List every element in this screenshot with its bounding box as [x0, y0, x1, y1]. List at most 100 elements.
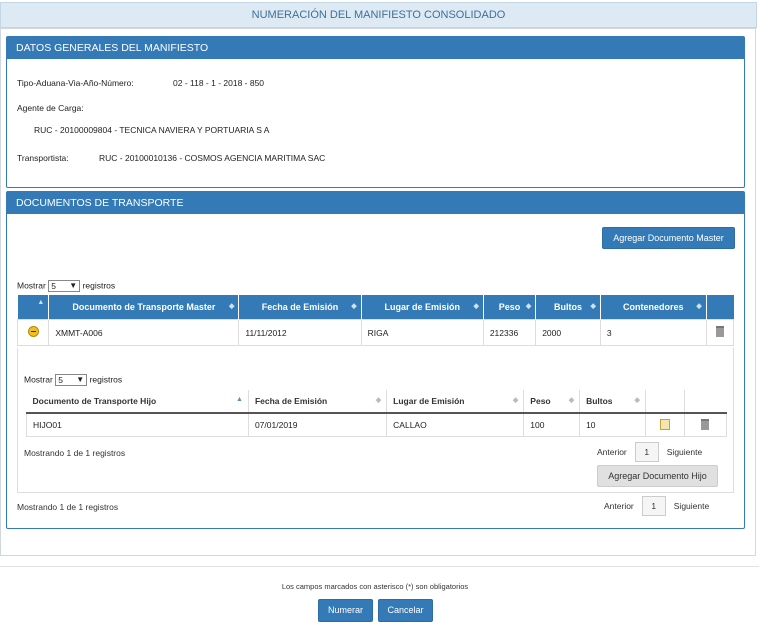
- col-lugar[interactable]: Lugar de Emisión ◆: [361, 295, 484, 320]
- col-fecha[interactable]: Fecha de Emisión ◆: [248, 390, 388, 414]
- sort-icon: ◆: [375, 397, 382, 404]
- cancelar-button[interactable]: Cancelar: [378, 599, 433, 622]
- col-delete: [684, 390, 727, 414]
- col-label: Contenedores: [623, 302, 684, 312]
- sort-asc-icon: ▲: [37, 299, 45, 306]
- collapse-icon[interactable]: [27, 326, 39, 337]
- expand-column-header[interactable]: ▲: [17, 295, 50, 320]
- prev-button[interactable]: Anterior: [597, 447, 627, 457]
- cell-bultos: 10: [579, 412, 646, 437]
- table-row: XMMT-A006 11/11/2012 RIGA 212336 2000 3: [16, 319, 735, 346]
- agente-label: Agente de Carga:: [17, 103, 84, 113]
- col-label: Fecha de Emisión: [261, 302, 339, 312]
- edit-child-button[interactable]: [644, 412, 685, 437]
- transportista-label: Transportista:: [17, 153, 69, 163]
- show-label: Mostrar: [17, 280, 46, 291]
- footer-divider: [0, 566, 759, 567]
- sort-icon: ◆: [473, 303, 479, 310]
- col-label: Fecha de Emisión: [254, 396, 328, 406]
- sort-icon: ◆: [568, 397, 575, 404]
- trash-icon[interactable]: [715, 326, 724, 337]
- cell-peso: 100: [523, 412, 581, 437]
- col-label: Documento de Transporte Hijo: [32, 396, 157, 406]
- chevron-down-icon: ▼: [69, 281, 78, 290]
- sort-icon: ◆: [590, 303, 596, 310]
- numerar-button[interactable]: Numerar: [318, 599, 373, 622]
- col-bultos[interactable]: Bultos ◆: [579, 390, 646, 414]
- cell-child-doc: HIJO01: [26, 412, 249, 437]
- master-page-size-select[interactable]: 5 ▼: [48, 280, 81, 292]
- child-table: Documento de Transporte Hijo ▲ Fecha de E…: [26, 390, 728, 437]
- master-pagination: Anterior 1 Siguiente: [604, 496, 709, 516]
- table-row: HIJO01 07/01/2019 CALLAO 100 10: [26, 412, 728, 437]
- trash-icon[interactable]: [701, 418, 710, 430]
- expand-toggle[interactable]: [16, 319, 50, 346]
- cell-bultos: 2000: [535, 319, 601, 346]
- master-summary: Mostrando 1 de 1 registros: [17, 502, 119, 512]
- cell-peso: 212336: [482, 319, 537, 346]
- child-page-size-select[interactable]: 5 ▼: [55, 374, 88, 386]
- tipo-value: 02 - 118 - 1 - 2018 - 850: [173, 78, 265, 88]
- general-data-heading: DATOS GENERALES DEL MANIFIESTO: [7, 37, 744, 59]
- col-label: Lugar de Emisión: [393, 396, 465, 406]
- cell-fecha: 11/11/2012: [238, 319, 362, 346]
- delete-child-button[interactable]: [683, 412, 728, 437]
- col-label: Bultos: [554, 302, 583, 312]
- page-button[interactable]: 1: [634, 442, 659, 462]
- child-pagination: Anterior 1 Siguiente: [597, 442, 702, 462]
- sort-asc-icon: ▲: [236, 396, 243, 403]
- cell-fecha: 07/01/2019: [247, 412, 388, 437]
- records-label: registros: [89, 374, 123, 385]
- general-data-panel: DATOS GENERALES DEL MANIFIESTO Tipo-Adua…: [6, 36, 745, 188]
- master-table: ▲ Documento de Transporte Master ◆ Fecha …: [16, 295, 735, 346]
- sort-icon: ◆: [696, 303, 702, 310]
- col-label: Peso: [498, 302, 521, 312]
- col-master-doc[interactable]: Documento de Transporte Master ◆: [48, 295, 240, 320]
- col-actions: [706, 295, 734, 320]
- edit-icon[interactable]: [659, 418, 670, 430]
- sort-icon: ◆: [512, 397, 519, 404]
- agente-value: RUC - 20100009804 - TECNICA NAVIERA Y PO…: [34, 125, 270, 135]
- master-page-size-value: 5: [51, 281, 56, 291]
- cell-lugar: CALLAO: [386, 412, 525, 437]
- sort-icon: ◆: [228, 303, 235, 310]
- sort-icon: ◆: [351, 303, 357, 310]
- prev-button[interactable]: Anterior: [604, 501, 634, 511]
- page-title: NUMERACIÓN DEL MANIFIESTO CONSOLIDADO: [0, 2, 757, 28]
- transport-docs-panel: DOCUMENTOS DE TRANSPORTE Agregar Documen…: [6, 191, 745, 529]
- col-label: Documento de Transporte Master: [72, 302, 216, 312]
- required-note: Los campos marcados con asterisco (*) so…: [281, 582, 469, 591]
- col-label: Lugar de Emisión: [384, 302, 460, 312]
- col-label: Bultos: [586, 396, 613, 406]
- transportista-value: RUC - 20100010136 - COSMOS AGENCIA MARIT…: [99, 153, 326, 163]
- col-label: Peso: [530, 396, 551, 406]
- cell-lugar: RIGA: [360, 319, 484, 346]
- page-button[interactable]: 1: [641, 496, 666, 516]
- next-button[interactable]: Siguiente: [674, 501, 709, 511]
- col-edit: [645, 390, 685, 414]
- child-page-size-value: 5: [58, 375, 63, 385]
- transport-docs-heading: DOCUMENTOS DE TRANSPORTE: [7, 192, 744, 214]
- col-contenedores[interactable]: Contenedores ◆: [600, 295, 707, 320]
- col-lugar[interactable]: Lugar de Emisión ◆: [386, 390, 525, 414]
- col-bultos[interactable]: Bultos ◆: [535, 295, 601, 320]
- cell-master-doc: XMMT-A006: [48, 319, 240, 346]
- col-peso[interactable]: Peso ◆: [483, 295, 537, 320]
- add-child-button[interactable]: Agregar Documento Hijo: [597, 465, 718, 487]
- col-child-doc[interactable]: Documento de Transporte Hijo ▲: [26, 390, 249, 414]
- child-summary: Mostrando 1 de 1 registros: [24, 448, 126, 458]
- records-label: registros: [82, 280, 116, 291]
- col-fecha[interactable]: Fecha de Emisión ◆: [238, 295, 362, 320]
- sort-icon: ◆: [634, 397, 640, 404]
- col-peso[interactable]: Peso ◆: [523, 390, 581, 414]
- show-label: Mostrar: [24, 374, 53, 385]
- master-page-length: Mostrar 5 ▼ registros: [17, 280, 115, 292]
- delete-master-button[interactable]: [705, 319, 735, 346]
- cell-contenedores: 3: [599, 319, 707, 346]
- tipo-label: Tipo-Aduana-Via-Año-Número:: [17, 78, 134, 88]
- chevron-down-icon: ▼: [76, 375, 85, 384]
- next-button[interactable]: Siguiente: [667, 447, 702, 457]
- child-page-length: Mostrar 5 ▼ registros: [24, 374, 122, 386]
- add-master-button[interactable]: Agregar Documento Master: [602, 227, 735, 249]
- sort-icon: ◆: [525, 303, 532, 310]
